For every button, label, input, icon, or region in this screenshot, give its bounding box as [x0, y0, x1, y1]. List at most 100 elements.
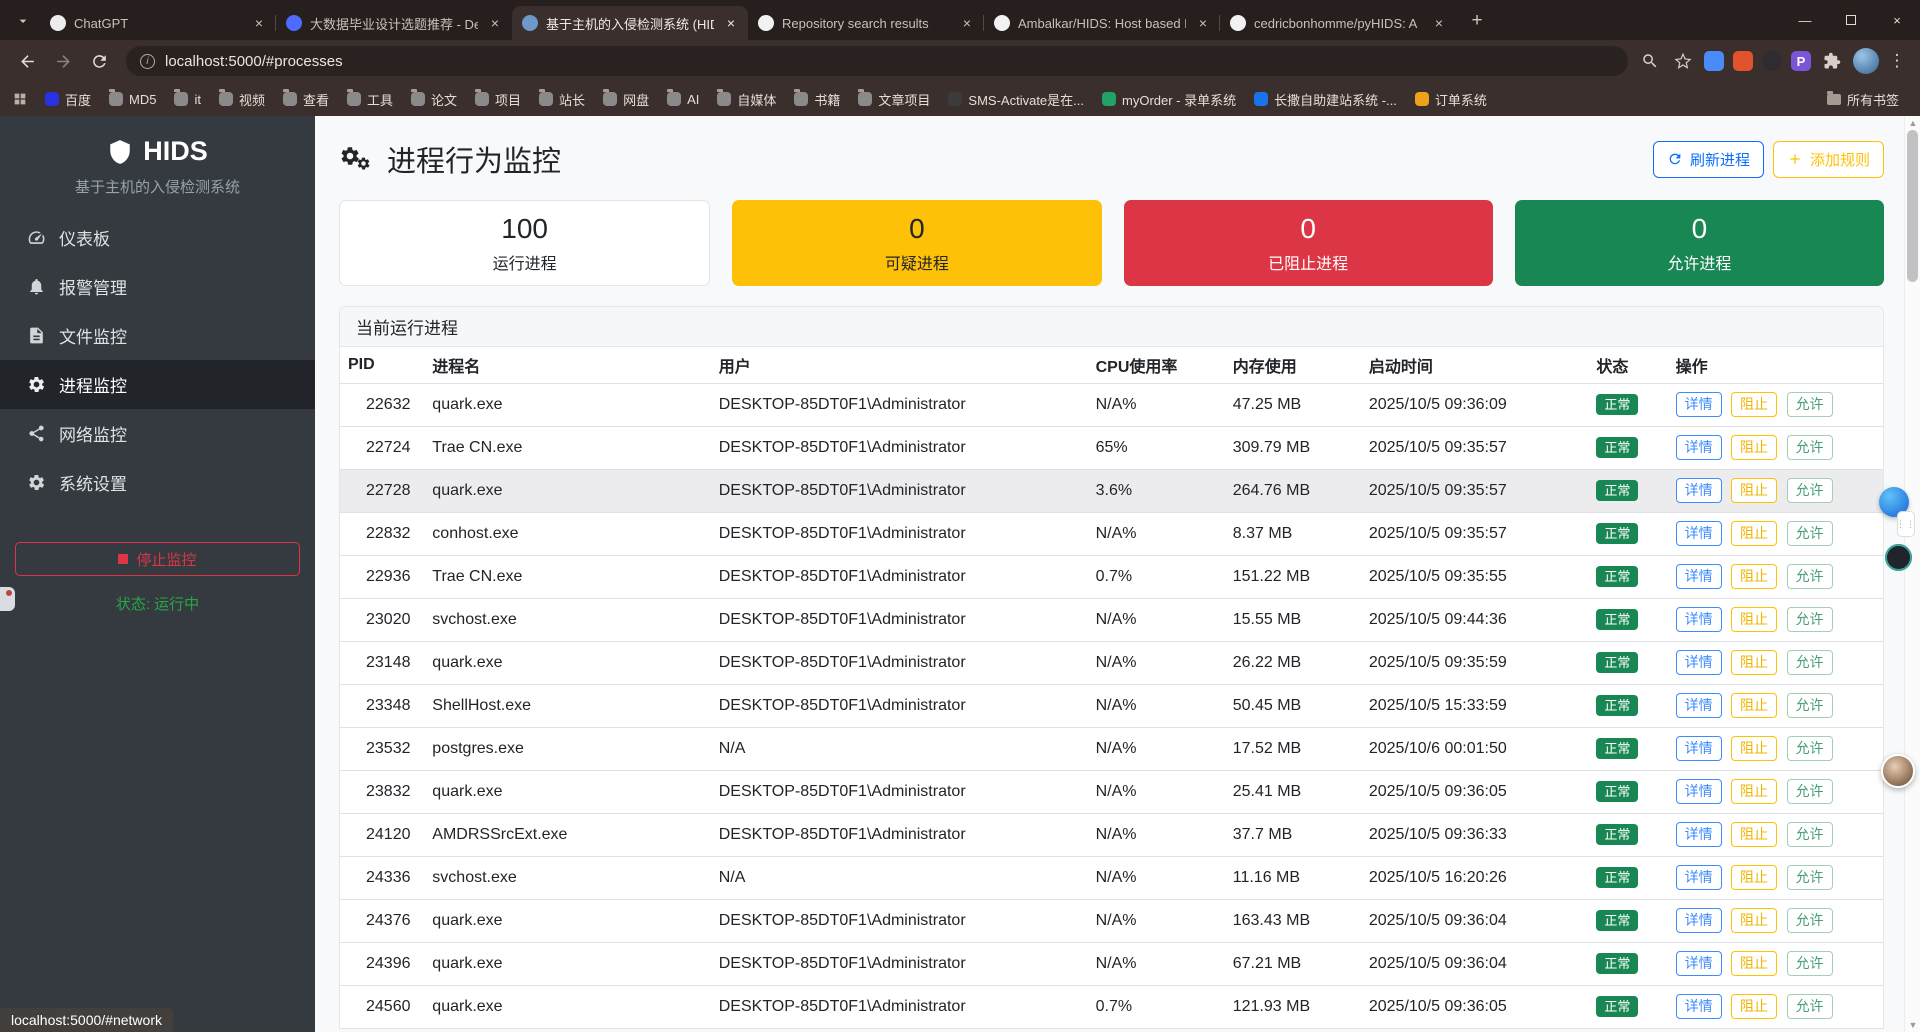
tab-close-icon[interactable]: ×: [722, 14, 740, 32]
scrollbar-thumb[interactable]: [1907, 130, 1918, 282]
allow-button[interactable]: 允许: [1786, 520, 1833, 547]
extension-icon-p[interactable]: P: [1791, 51, 1811, 71]
page-scrollbar[interactable]: ▲ ▼: [1904, 116, 1920, 1032]
apps-grid-icon[interactable]: [12, 91, 28, 107]
browser-tab[interactable]: 大数据毕业设计选题推荐 - Dee ×: [275, 6, 512, 40]
site-info-icon[interactable]: i: [140, 53, 155, 69]
search-icon[interactable]: [1638, 49, 1662, 73]
allow-button[interactable]: 允许: [1786, 907, 1833, 934]
reload-button[interactable]: [82, 44, 116, 78]
detail-button[interactable]: 详情: [1675, 477, 1722, 504]
tab-close-icon[interactable]: ×: [1430, 14, 1448, 32]
refresh-processes-button[interactable]: 刷新进程: [1652, 140, 1764, 178]
detail-button[interactable]: 详情: [1675, 563, 1722, 590]
forward-button[interactable]: [46, 44, 80, 78]
stop-monitoring-button[interactable]: 停止监控: [15, 542, 300, 576]
new-tab-button[interactable]: +: [1462, 7, 1492, 35]
bookmark-item[interactable]: 书籍: [785, 86, 849, 113]
bookmark-item[interactable]: 网盘: [594, 86, 658, 113]
detail-button[interactable]: 详情: [1675, 735, 1722, 762]
float-widget-tool-button[interactable]: [0, 587, 15, 611]
detail-button[interactable]: 详情: [1675, 606, 1722, 633]
float-widget-share-button[interactable]: [1885, 544, 1912, 571]
tab-search-button[interactable]: [8, 7, 38, 35]
extension-icon-dark[interactable]: [1762, 51, 1782, 71]
bookmark-item[interactable]: 论文: [402, 86, 466, 113]
tab-close-icon[interactable]: ×: [486, 14, 504, 32]
bookmark-item[interactable]: 自媒体: [708, 86, 785, 113]
browser-tab[interactable]: ChatGPT ×: [40, 6, 276, 40]
detail-button[interactable]: 详情: [1675, 778, 1722, 805]
back-button[interactable]: [10, 44, 44, 78]
block-button[interactable]: 阻止: [1731, 434, 1778, 461]
sidebar-item-dashboard[interactable]: 仪表板: [0, 213, 315, 262]
sidebar-item-network-monitor[interactable]: 网络监控: [0, 409, 315, 458]
allow-button[interactable]: 允许: [1786, 692, 1833, 719]
block-button[interactable]: 阻止: [1731, 649, 1778, 676]
bookmark-item[interactable]: AI: [658, 88, 708, 111]
browser-tab[interactable]: cedricbonhomme/pyHIDS: A ×: [1219, 6, 1456, 40]
allow-button[interactable]: 允许: [1786, 391, 1833, 418]
scroll-up-arrow-icon[interactable]: ▲: [1905, 118, 1920, 128]
allow-button[interactable]: 允许: [1786, 735, 1833, 762]
sidebar-item-settings[interactable]: 系统设置: [0, 458, 315, 507]
browser-tab[interactable]: Repository search results ×: [748, 6, 984, 40]
allow-button[interactable]: 允许: [1786, 950, 1833, 977]
bookmark-star-icon[interactable]: [1671, 49, 1695, 73]
detail-button[interactable]: 详情: [1675, 993, 1722, 1020]
block-button[interactable]: 阻止: [1731, 520, 1778, 547]
block-button[interactable]: 阻止: [1731, 563, 1778, 590]
block-button[interactable]: 阻止: [1731, 391, 1778, 418]
bookmark-item[interactable]: 站长: [530, 86, 594, 113]
allow-button[interactable]: 允许: [1786, 606, 1833, 633]
allow-button[interactable]: 允许: [1786, 778, 1833, 805]
block-button[interactable]: 阻止: [1731, 477, 1778, 504]
extension-icon-red[interactable]: [1733, 51, 1753, 71]
close-button[interactable]: ×: [1874, 0, 1920, 40]
detail-button[interactable]: 详情: [1675, 950, 1722, 977]
detail-button[interactable]: 详情: [1675, 907, 1722, 934]
maximize-button[interactable]: [1828, 0, 1874, 40]
bookmark-item[interactable]: SMS-Activate是在...: [939, 86, 1093, 113]
extensions-puzzle-icon[interactable]: [1820, 49, 1844, 73]
tab-close-icon[interactable]: ×: [958, 14, 976, 32]
sidebar-item-file-monitor[interactable]: 文件监控: [0, 311, 315, 360]
bookmark-item[interactable]: 订单系统: [1406, 86, 1496, 113]
allow-button[interactable]: 允许: [1786, 993, 1833, 1020]
detail-button[interactable]: 详情: [1675, 391, 1722, 418]
block-button[interactable]: 阻止: [1731, 735, 1778, 762]
bookmark-item[interactable]: myOrder - 录单系统: [1093, 86, 1245, 113]
block-button[interactable]: 阻止: [1731, 864, 1778, 891]
all-bookmarks-button[interactable]: 所有书签: [1818, 86, 1908, 113]
bookmark-item[interactable]: MD5: [100, 88, 165, 111]
allow-button[interactable]: 允许: [1786, 477, 1833, 504]
bookmark-item[interactable]: 项目: [466, 86, 530, 113]
allow-button[interactable]: 允许: [1786, 649, 1833, 676]
add-rule-button[interactable]: 添加规则: [1772, 140, 1884, 178]
detail-button[interactable]: 详情: [1675, 649, 1722, 676]
bookmark-item[interactable]: 查看: [274, 86, 338, 113]
bookmark-item[interactable]: 工具: [338, 86, 402, 113]
extension-icon-blue[interactable]: [1704, 51, 1724, 71]
float-widget-handle[interactable]: ⋮⋮: [1896, 511, 1915, 537]
detail-button[interactable]: 详情: [1675, 821, 1722, 848]
address-bar[interactable]: i localhost:5000/#processes: [126, 46, 1628, 76]
float-avatar[interactable]: [1881, 754, 1915, 788]
browser-tab[interactable]: Ambalkar/HIDS: Host based I ×: [983, 6, 1220, 40]
detail-button[interactable]: 详情: [1675, 692, 1722, 719]
bookmark-item[interactable]: it: [165, 88, 210, 111]
profile-avatar[interactable]: [1853, 48, 1879, 74]
browser-menu-icon[interactable]: ⋮: [1888, 51, 1906, 71]
detail-button[interactable]: 详情: [1675, 520, 1722, 547]
block-button[interactable]: 阻止: [1731, 907, 1778, 934]
block-button[interactable]: 阻止: [1731, 993, 1778, 1020]
block-button[interactable]: 阻止: [1731, 778, 1778, 805]
block-button[interactable]: 阻止: [1731, 692, 1778, 719]
bookmark-item[interactable]: 长撒自助建站系统 -...: [1245, 86, 1406, 113]
bookmark-item[interactable]: 文章项目: [849, 86, 939, 113]
block-button[interactable]: 阻止: [1731, 950, 1778, 977]
minimize-button[interactable]: —: [1782, 0, 1828, 40]
detail-button[interactable]: 详情: [1675, 864, 1722, 891]
detail-button[interactable]: 详情: [1675, 434, 1722, 461]
bookmark-item[interactable]: 视频: [210, 86, 274, 113]
